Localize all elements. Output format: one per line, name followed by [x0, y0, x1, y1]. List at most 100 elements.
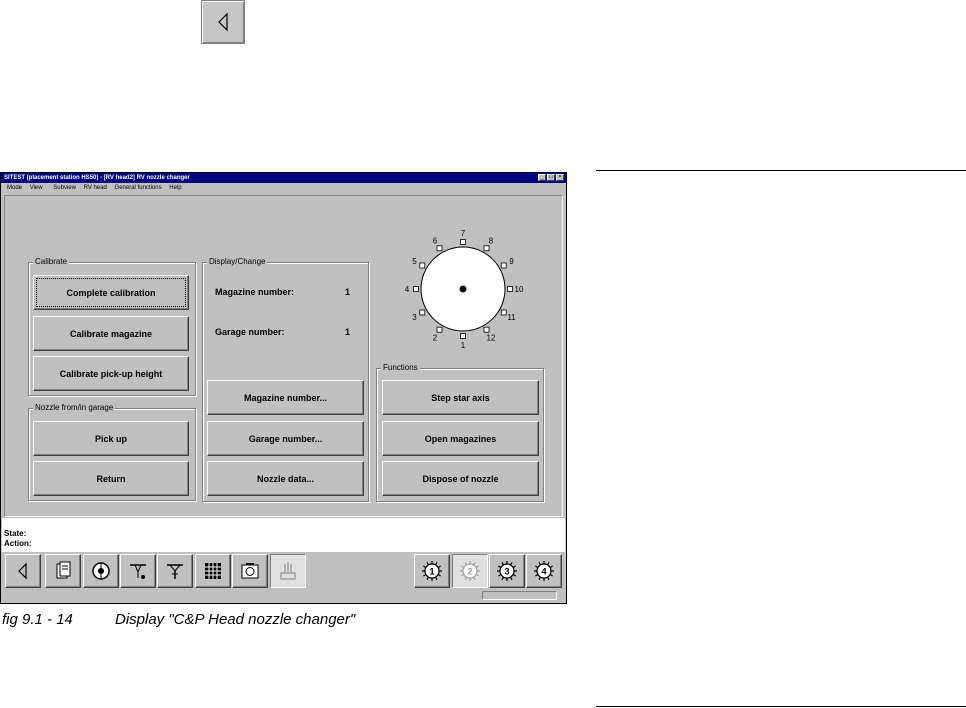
magazine-number-button[interactable]: Magazine number... [207, 380, 364, 415]
svg-text:3: 3 [504, 567, 509, 577]
dial-nozzle-slot [419, 309, 426, 316]
figure-caption: fig 9.1 - 14 Display "C&P Head nozzle cha… [2, 611, 355, 628]
toolbar-nozzle-changer-button[interactable] [270, 554, 306, 588]
nozzle-changer-icon [280, 562, 296, 580]
document-icon [56, 561, 71, 579]
dial-nozzle-slot [413, 286, 419, 292]
menu-general-functions[interactable]: General functions [115, 185, 162, 191]
status-pane [482, 591, 557, 600]
pick-head-icon [130, 564, 146, 579]
dial-label: 2 [433, 333, 438, 342]
toolbar-grid-button[interactable] [195, 554, 231, 588]
toolbar-document-button[interactable] [45, 554, 81, 588]
svg-text:4: 4 [541, 567, 546, 577]
menu-mode[interactable]: Mode [7, 185, 22, 191]
status-bar [2, 590, 565, 602]
magazine-number-value: 1 [345, 287, 351, 297]
window-title: SITEST (placement station HS50) - [RV he… [4, 175, 190, 181]
client-area: Calibrate Complete calibration Calibrate… [4, 195, 563, 517]
head-2-icon: 2 [460, 561, 480, 581]
dial-label: 4 [405, 285, 410, 294]
figure-title: Display "C&P Head nozzle changer" [115, 611, 356, 628]
head-2-button[interactable]: 2 [452, 554, 488, 588]
dispose-of-nozzle-button[interactable]: Dispose of nozzle [382, 461, 539, 496]
nozzle-garage-group-label: Nozzle from/in garage [33, 403, 116, 413]
app-window: SITEST (placement station HS50) - [RV he… [0, 172, 567, 604]
top-rule [596, 170, 966, 171]
dial-label: 8 [489, 237, 494, 246]
dial-label: 9 [509, 257, 514, 266]
title-bar: SITEST (placement station HS50) - [RV he… [1, 173, 566, 183]
dial-label: 10 [515, 285, 524, 294]
dial-nozzle-slot [507, 286, 513, 292]
action-label: Action: [4, 539, 32, 548]
display-change-group-label: Display/Change [207, 257, 268, 267]
head-4-button[interactable]: 4 [526, 554, 562, 588]
camera-icon [241, 563, 259, 579]
head-3-button[interactable]: 3 [489, 554, 525, 588]
return-button[interactable]: Return [33, 461, 189, 496]
pick-up-button[interactable]: Pick up [33, 421, 189, 456]
nozzle-disc-icon [92, 562, 110, 580]
dial-label: 7 [461, 229, 466, 238]
toolbar-pick-head-button[interactable] [120, 554, 156, 588]
nozzle-data-button[interactable]: Nozzle data... [207, 461, 364, 496]
complete-calibration-button[interactable]: Complete calibration [33, 275, 189, 310]
back-button[interactable] [201, 0, 245, 44]
garage-number-value: 1 [345, 327, 351, 337]
dial-label: 3 [412, 313, 417, 322]
menu-subview[interactable]: Subview [53, 185, 76, 191]
head-1-icon: 1 [422, 561, 442, 581]
nozzle-star-dial: 123456789101112 [405, 229, 524, 350]
calibrate-pickup-height-button[interactable]: Calibrate pick-up height [33, 356, 189, 391]
step-star-axis-button[interactable]: Step star axis [382, 380, 539, 415]
head-4-icon: 4 [534, 561, 554, 581]
dial-label: 1 [461, 341, 466, 350]
dial-nozzle-slot [483, 326, 490, 333]
functions-group-label: Functions [381, 363, 420, 373]
dial-nozzle-slot [436, 245, 443, 252]
garage-number-label: Garage number: [215, 327, 285, 337]
status-area: State: Action: [2, 518, 565, 552]
dial-nozzle-slot [460, 239, 466, 245]
grid-icon [205, 563, 221, 579]
calibrate-magazine-button[interactable]: Calibrate magazine [33, 316, 189, 351]
bottom-toolbar: 1 2 3 4 [2, 553, 565, 589]
figure-number: fig 9.1 - 14 [2, 611, 73, 628]
dial-center-dot [459, 285, 467, 293]
bottom-rule [596, 706, 966, 707]
triangle-left-icon [218, 12, 228, 32]
menu-view[interactable]: View [30, 185, 43, 191]
menu-bar: Mode View Subview RV head General functi… [1, 184, 566, 193]
dial-label: 5 [412, 257, 417, 266]
dial-nozzle-slot [419, 262, 426, 269]
svg-text:2: 2 [467, 567, 472, 577]
menu-rv-head[interactable]: RV head [84, 185, 107, 191]
close-button[interactable]: × [556, 174, 564, 181]
garage-number-button[interactable]: Garage number... [207, 421, 364, 456]
toolbar-back-button[interactable] [5, 554, 41, 588]
dial-nozzle-slot [483, 245, 490, 252]
menu-help[interactable]: Help [169, 185, 181, 191]
dial-nozzle-slot [500, 309, 507, 316]
star-head-icon [167, 564, 183, 579]
state-label: State: [4, 529, 27, 538]
magazine-number-label: Magazine number: [215, 287, 295, 297]
head-3-icon: 3 [497, 561, 517, 581]
head-1-button[interactable]: 1 [414, 554, 450, 588]
toolbar-disc-button[interactable] [83, 554, 119, 588]
toolbar-star-head-button[interactable] [157, 554, 193, 588]
dial-label: 6 [433, 237, 438, 246]
toolbar-camera-button[interactable] [232, 554, 268, 588]
dial-nozzle-slot [500, 262, 507, 269]
svg-text:1: 1 [429, 567, 434, 577]
maximize-button[interactable]: □ [547, 174, 555, 181]
dial-label: 12 [487, 333, 496, 342]
minimize-button[interactable]: _ [538, 174, 546, 181]
dial-label: 11 [507, 313, 516, 322]
dial-nozzle-slot [436, 326, 443, 333]
calibrate-group-label: Calibrate [33, 257, 70, 267]
open-magazines-button[interactable]: Open magazines [382, 421, 539, 456]
dial-nozzle-slot [460, 333, 466, 339]
back-icon [18, 562, 27, 580]
